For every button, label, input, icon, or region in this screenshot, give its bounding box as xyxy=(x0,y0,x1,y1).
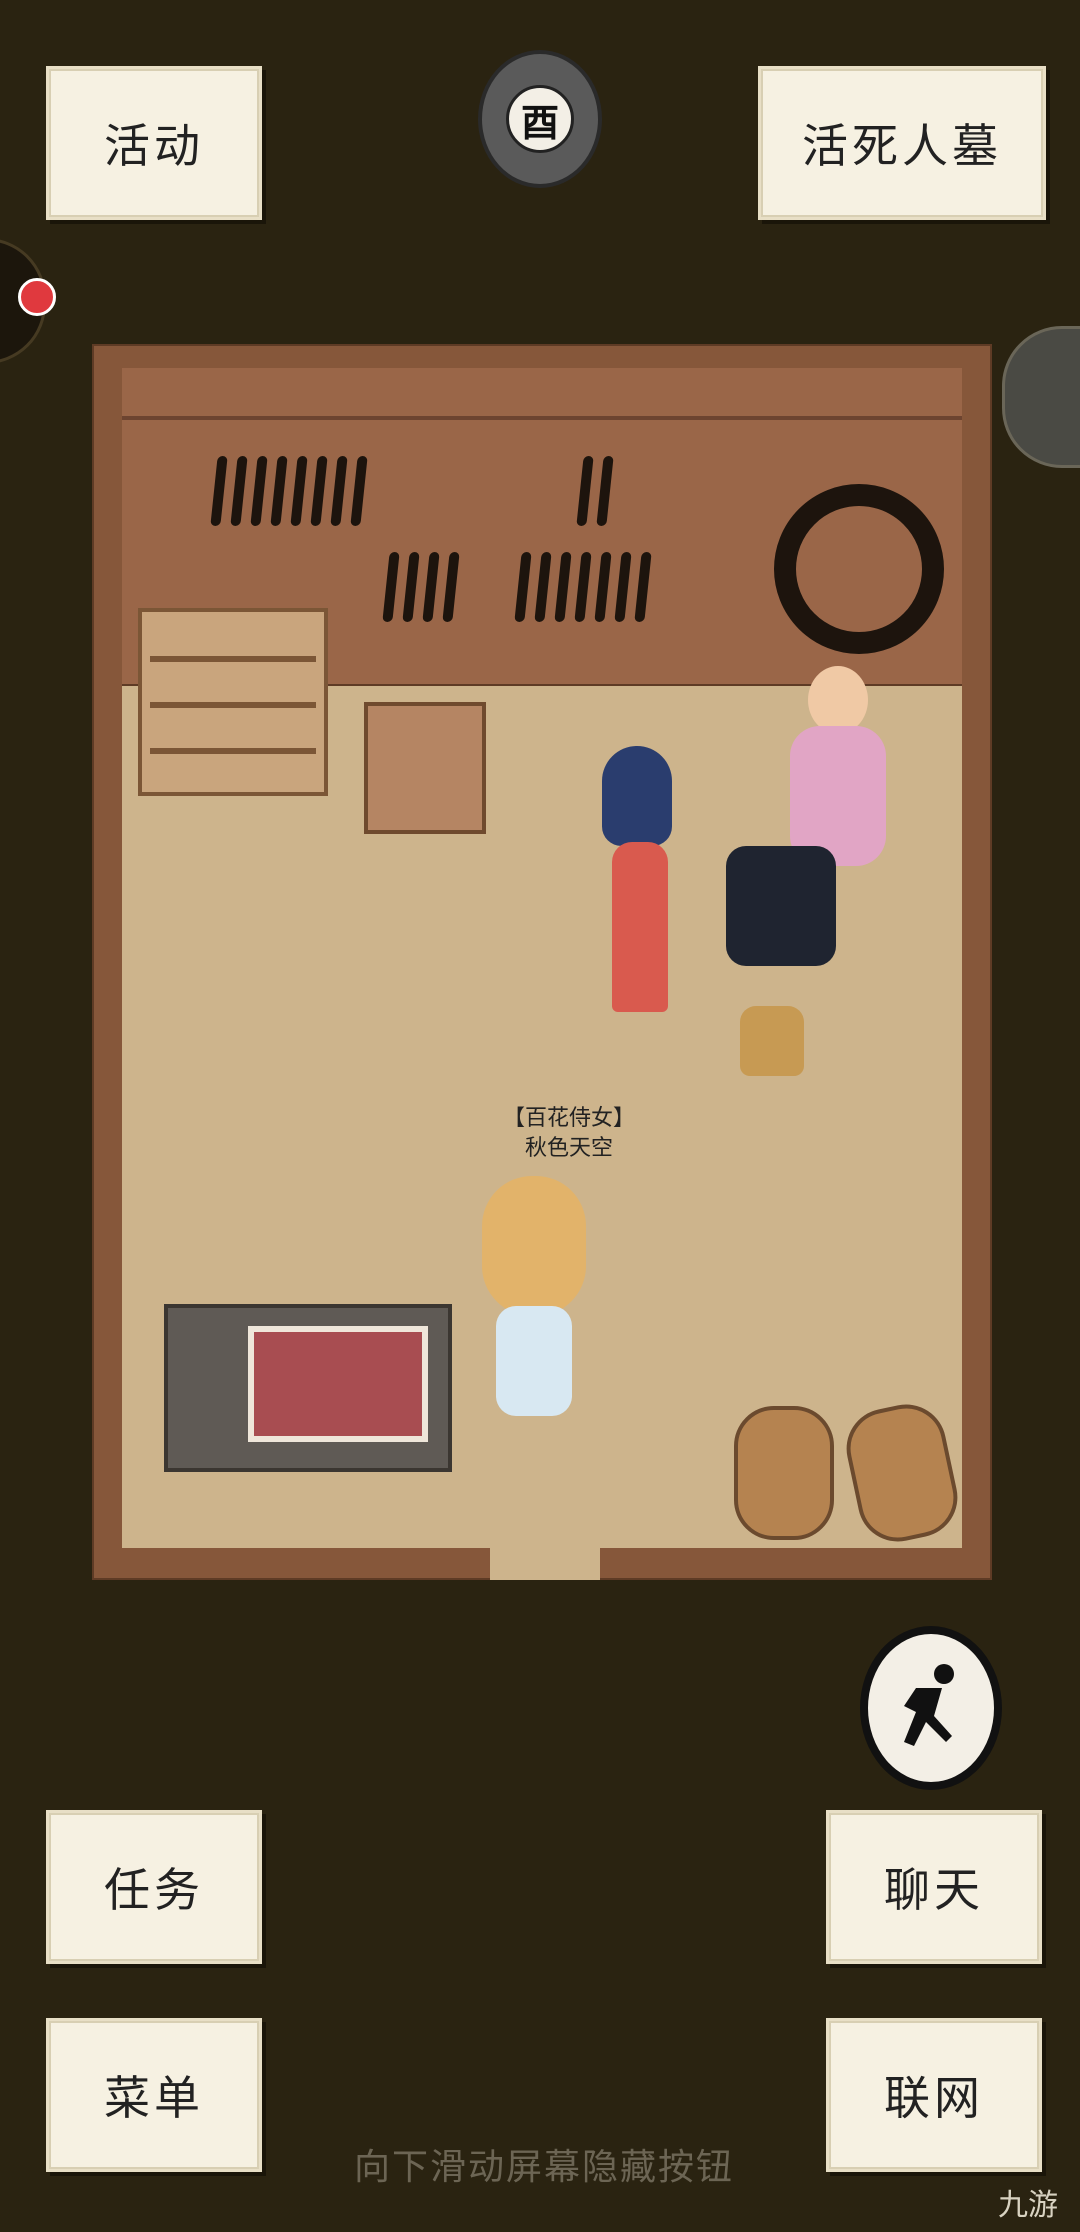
activity-button[interactable]: 活动 xyxy=(46,66,262,220)
watermark: 九游 xyxy=(998,2188,1058,2223)
network-button[interactable]: 联网 xyxy=(826,2018,1042,2172)
wall-calligraphy xyxy=(514,552,652,628)
dragon-emblem-icon xyxy=(774,484,944,654)
wall-calligraphy xyxy=(576,456,614,532)
wall-calligraphy xyxy=(382,552,460,628)
player-name: 秋色天空 xyxy=(524,1136,613,1161)
room-exit[interactable] xyxy=(490,1546,600,1580)
player-name-tag: 【百花侍女】 秋色天空 xyxy=(474,1104,664,1164)
run-button[interactable] xyxy=(860,1626,1002,1790)
bed-icon[interactable] xyxy=(164,1304,452,1472)
menu-button[interactable]: 菜单 xyxy=(46,2018,262,2172)
location-button[interactable]: 活死人墓 xyxy=(758,66,1046,220)
hide-buttons-hint: 向下滑动屏幕隐藏按钮 xyxy=(354,2147,735,2188)
time-badge[interactable]: 酉 xyxy=(482,54,598,184)
npc-lady[interactable] xyxy=(588,746,688,1016)
player-title: 【百花侍女】 xyxy=(502,1106,635,1131)
barrel-icon[interactable] xyxy=(734,1406,834,1540)
clothes-item-icon[interactable] xyxy=(726,846,836,966)
bag-item-icon[interactable] xyxy=(740,1006,804,1076)
notification-dot xyxy=(18,278,56,316)
side-menu-icon[interactable] xyxy=(1002,326,1080,468)
cabinet-icon[interactable] xyxy=(364,702,486,834)
time-label: 酉 xyxy=(506,85,574,153)
shelf-icon xyxy=(138,608,328,796)
running-figure-icon xyxy=(904,1664,954,1746)
game-room[interactable]: 【百花侍女】 秋色天空 xyxy=(92,344,992,1580)
task-button[interactable]: 任务 xyxy=(46,1810,262,1964)
wall-beam xyxy=(122,416,962,420)
player-character[interactable] xyxy=(478,1176,590,1436)
chat-button[interactable]: 聊天 xyxy=(826,1810,1042,1964)
wall-calligraphy xyxy=(210,456,368,532)
